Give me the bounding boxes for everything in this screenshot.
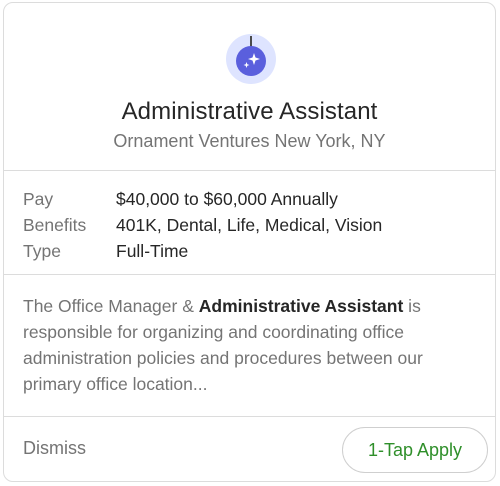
pay-row: Pay $40,000 to $60,000 Annually [23, 188, 338, 210]
one-tap-apply-button[interactable]: 1-Tap Apply [342, 427, 488, 473]
pay-label: Pay [23, 189, 54, 209]
job-description: The Office Manager & Administrative Assi… [4, 275, 495, 417]
type-row: Type Full-Time [23, 240, 188, 262]
benefits-row: Benefits 401K, Dental, Life, Medical, Vis… [23, 214, 382, 236]
description-text: The Office Manager & Administrative Assi… [23, 293, 463, 397]
description-prefix: The Office Manager & [23, 296, 199, 316]
card-footer: Dismiss 1-Tap Apply [4, 417, 495, 481]
dismiss-button[interactable]: Dismiss [23, 438, 86, 459]
type-label: Type [23, 241, 61, 261]
description-highlight: Administrative Assistant [198, 296, 404, 316]
ornament-sparkle-icon [236, 46, 266, 76]
benefits-label: Benefits [23, 215, 87, 235]
job-title: Administrative Assistant [121, 98, 378, 125]
benefits-value: 401K, Dental, Life, Medical, Vision [116, 215, 383, 235]
type-value: Full-Time [116, 241, 189, 261]
job-header: Administrative Assistant Ornament Ventur… [4, 3, 495, 171]
company-logo [226, 34, 276, 84]
job-details: Pay $40,000 to $60,000 Annually Benefits 4… [4, 171, 495, 275]
company-location: Ornament Ventures New York, NY [113, 131, 386, 151]
job-card: Administrative Assistant Ornament Ventur… [3, 2, 496, 482]
pay-value: $40,000 to $60,000 Annually [116, 189, 338, 209]
